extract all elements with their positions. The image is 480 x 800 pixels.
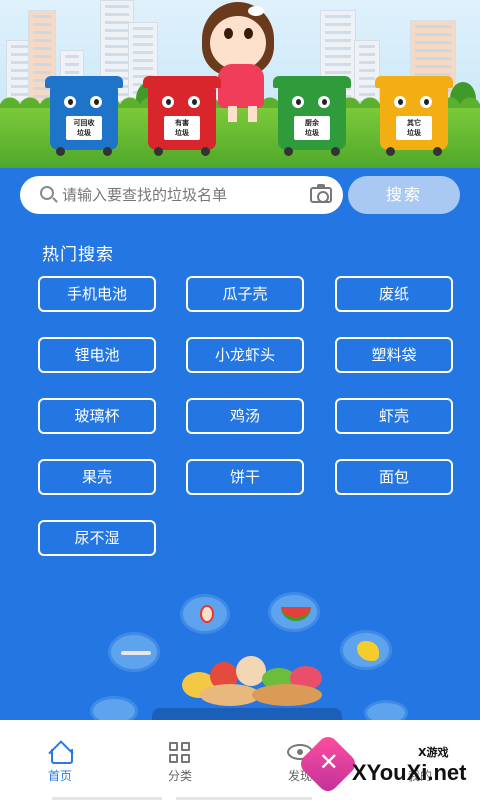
recyclable-bin: 可回收 垃圾 <box>45 76 123 156</box>
tab-label: 首页 <box>47 769 72 783</box>
hot-search-tag[interactable]: 塑料袋 <box>335 337 453 373</box>
bin-label: 其它 垃圾 <box>396 116 432 140</box>
home-icon <box>48 742 73 764</box>
watermark-logo-icon <box>296 732 360 796</box>
other-waste-bin: 其它 垃圾 <box>375 76 453 156</box>
hot-search-tag[interactable]: 虾壳 <box>335 398 453 434</box>
hot-search-title: 热门搜索 <box>42 245 114 265</box>
watermelon-bubble <box>268 592 320 632</box>
kitchen-waste-bin: 厨余 垃圾 <box>273 76 351 156</box>
hot-search-tag[interactable]: 锂电池 <box>38 337 156 373</box>
grid-icon <box>169 742 191 764</box>
tab-category[interactable]: 分类 <box>120 720 240 800</box>
watermark-site-text: XYouXi.net <box>352 760 467 785</box>
banner-illustration: 可回收 垃圾 有害 垃圾 厨余 垃圾 其它 垃圾 <box>0 0 480 168</box>
watermark-small-text: X游戏 <box>418 746 449 759</box>
bin-label: 可回收 垃圾 <box>66 116 102 140</box>
search-icon <box>40 186 54 200</box>
search-button[interactable]: 搜索 <box>348 176 460 214</box>
watermark: X游戏 XYouXi.net <box>296 732 480 798</box>
hot-search-tag[interactable]: 尿不湿 <box>38 520 156 556</box>
bin-label: 厨余 垃圾 <box>294 116 330 140</box>
bin-label: 有害 垃圾 <box>164 116 200 140</box>
hot-search-tag[interactable]: 鸡汤 <box>186 398 304 434</box>
hot-search-tag[interactable]: 手机电池 <box>38 276 156 312</box>
hot-search-tag[interactable]: 小龙虾头 <box>186 337 304 373</box>
tab-label: 分类 <box>167 769 192 783</box>
camera-icon[interactable] <box>310 184 332 203</box>
fish-bone-bubble <box>108 632 160 672</box>
hot-search-tag[interactable]: 面包 <box>335 459 453 495</box>
search-bar <box>20 176 343 214</box>
hot-search-tag[interactable]: 果壳 <box>38 459 156 495</box>
apple-core-bubble <box>180 594 230 634</box>
hot-search-tag[interactable]: 玻璃杯 <box>38 398 156 434</box>
hot-search-tag[interactable]: 饼干 <box>186 459 304 495</box>
tab-home[interactable]: 首页 <box>0 720 120 800</box>
hazardous-bin: 有害 垃圾 <box>143 76 221 156</box>
hot-search-tag[interactable]: 废纸 <box>335 276 453 312</box>
search-input[interactable] <box>62 176 302 214</box>
hot-search-tag[interactable]: 瓜子壳 <box>186 276 304 312</box>
banana-peel-bubble <box>340 630 392 670</box>
